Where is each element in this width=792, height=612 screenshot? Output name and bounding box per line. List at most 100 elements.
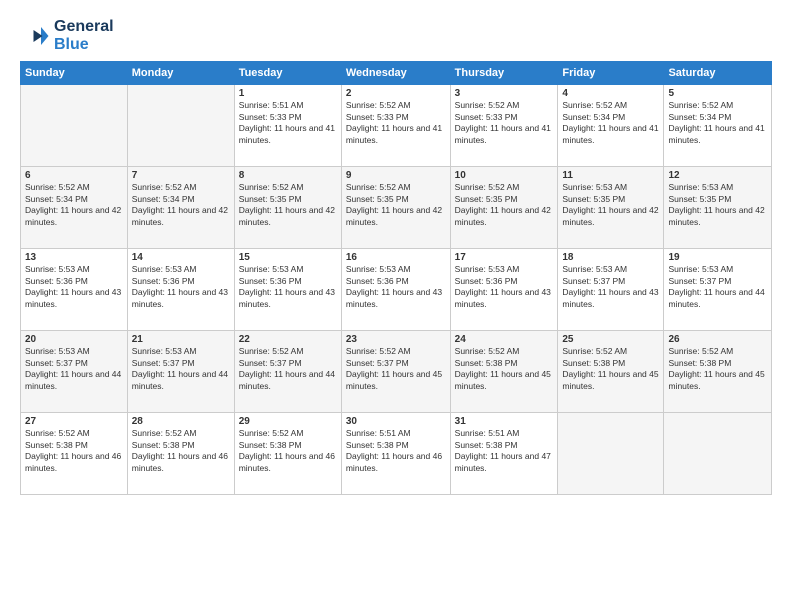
calendar-cell: 16Sunrise: 5:53 AM Sunset: 5:36 PM Dayli… (341, 249, 450, 331)
day-info: Sunrise: 5:52 AM Sunset: 5:38 PM Dayligh… (668, 346, 767, 392)
logo: General Blue (20, 18, 114, 53)
weekday-header-friday: Friday (558, 62, 664, 85)
calendar-cell: 25Sunrise: 5:52 AM Sunset: 5:38 PM Dayli… (558, 331, 664, 413)
calendar-cell: 31Sunrise: 5:51 AM Sunset: 5:38 PM Dayli… (450, 413, 558, 495)
day-number: 18 (562, 252, 659, 263)
calendar-cell: 9Sunrise: 5:52 AM Sunset: 5:35 PM Daylig… (341, 167, 450, 249)
day-number: 15 (239, 252, 337, 263)
day-info: Sunrise: 5:53 AM Sunset: 5:37 PM Dayligh… (25, 346, 123, 392)
calendar-cell: 20Sunrise: 5:53 AM Sunset: 5:37 PM Dayli… (21, 331, 128, 413)
day-number: 20 (25, 334, 123, 345)
weekday-header-thursday: Thursday (450, 62, 558, 85)
calendar-cell: 28Sunrise: 5:52 AM Sunset: 5:38 PM Dayli… (127, 413, 234, 495)
week-row-5: 27Sunrise: 5:52 AM Sunset: 5:38 PM Dayli… (21, 413, 772, 495)
calendar-cell: 11Sunrise: 5:53 AM Sunset: 5:35 PM Dayli… (558, 167, 664, 249)
calendar-cell: 5Sunrise: 5:52 AM Sunset: 5:34 PM Daylig… (664, 85, 772, 167)
day-info: Sunrise: 5:52 AM Sunset: 5:34 PM Dayligh… (562, 100, 659, 146)
day-number: 9 (346, 170, 446, 181)
day-number: 26 (668, 334, 767, 345)
day-number: 31 (455, 416, 554, 427)
day-info: Sunrise: 5:52 AM Sunset: 5:35 PM Dayligh… (239, 182, 337, 228)
day-number: 4 (562, 88, 659, 99)
day-number: 7 (132, 170, 230, 181)
day-number: 30 (346, 416, 446, 427)
calendar-cell: 29Sunrise: 5:52 AM Sunset: 5:38 PM Dayli… (234, 413, 341, 495)
day-info: Sunrise: 5:53 AM Sunset: 5:37 PM Dayligh… (668, 264, 767, 310)
day-info: Sunrise: 5:53 AM Sunset: 5:36 PM Dayligh… (346, 264, 446, 310)
calendar-cell (21, 85, 128, 167)
day-info: Sunrise: 5:52 AM Sunset: 5:38 PM Dayligh… (239, 428, 337, 474)
day-info: Sunrise: 5:51 AM Sunset: 5:38 PM Dayligh… (455, 428, 554, 474)
weekday-header-wednesday: Wednesday (341, 62, 450, 85)
day-info: Sunrise: 5:52 AM Sunset: 5:38 PM Dayligh… (562, 346, 659, 392)
weekday-header-tuesday: Tuesday (234, 62, 341, 85)
day-info: Sunrise: 5:52 AM Sunset: 5:34 PM Dayligh… (132, 182, 230, 228)
calendar-cell: 10Sunrise: 5:52 AM Sunset: 5:35 PM Dayli… (450, 167, 558, 249)
day-info: Sunrise: 5:53 AM Sunset: 5:37 PM Dayligh… (132, 346, 230, 392)
day-number: 25 (562, 334, 659, 345)
calendar-header-row: SundayMondayTuesdayWednesdayThursdayFrid… (21, 62, 772, 85)
weekday-header-sunday: Sunday (21, 62, 128, 85)
day-info: Sunrise: 5:51 AM Sunset: 5:33 PM Dayligh… (239, 100, 337, 146)
day-number: 28 (132, 416, 230, 427)
calendar-cell: 19Sunrise: 5:53 AM Sunset: 5:37 PM Dayli… (664, 249, 772, 331)
day-info: Sunrise: 5:52 AM Sunset: 5:38 PM Dayligh… (132, 428, 230, 474)
day-info: Sunrise: 5:53 AM Sunset: 5:36 PM Dayligh… (132, 264, 230, 310)
calendar-cell (664, 413, 772, 495)
week-row-3: 13Sunrise: 5:53 AM Sunset: 5:36 PM Dayli… (21, 249, 772, 331)
day-number: 16 (346, 252, 446, 263)
logo-icon (20, 21, 50, 51)
day-info: Sunrise: 5:52 AM Sunset: 5:38 PM Dayligh… (455, 346, 554, 392)
calendar-cell: 23Sunrise: 5:52 AM Sunset: 5:37 PM Dayli… (341, 331, 450, 413)
day-info: Sunrise: 5:53 AM Sunset: 5:35 PM Dayligh… (562, 182, 659, 228)
day-number: 8 (239, 170, 337, 181)
logo-text: General Blue (54, 18, 114, 53)
week-row-2: 6Sunrise: 5:52 AM Sunset: 5:34 PM Daylig… (21, 167, 772, 249)
calendar-cell: 17Sunrise: 5:53 AM Sunset: 5:36 PM Dayli… (450, 249, 558, 331)
week-row-1: 1Sunrise: 5:51 AM Sunset: 5:33 PM Daylig… (21, 85, 772, 167)
calendar-cell: 30Sunrise: 5:51 AM Sunset: 5:38 PM Dayli… (341, 413, 450, 495)
day-number: 24 (455, 334, 554, 345)
calendar-cell: 22Sunrise: 5:52 AM Sunset: 5:37 PM Dayli… (234, 331, 341, 413)
weekday-header-monday: Monday (127, 62, 234, 85)
day-number: 21 (132, 334, 230, 345)
day-number: 10 (455, 170, 554, 181)
day-info: Sunrise: 5:51 AM Sunset: 5:38 PM Dayligh… (346, 428, 446, 474)
day-number: 3 (455, 88, 554, 99)
day-info: Sunrise: 5:52 AM Sunset: 5:35 PM Dayligh… (346, 182, 446, 228)
day-number: 22 (239, 334, 337, 345)
calendar-cell: 4Sunrise: 5:52 AM Sunset: 5:34 PM Daylig… (558, 85, 664, 167)
day-number: 5 (668, 88, 767, 99)
day-info: Sunrise: 5:52 AM Sunset: 5:33 PM Dayligh… (455, 100, 554, 146)
day-info: Sunrise: 5:52 AM Sunset: 5:35 PM Dayligh… (455, 182, 554, 228)
day-number: 12 (668, 170, 767, 181)
day-info: Sunrise: 5:52 AM Sunset: 5:33 PM Dayligh… (346, 100, 446, 146)
day-info: Sunrise: 5:52 AM Sunset: 5:34 PM Dayligh… (25, 182, 123, 228)
calendar-cell: 6Sunrise: 5:52 AM Sunset: 5:34 PM Daylig… (21, 167, 128, 249)
page: General Blue SundayMondayTuesdayWednesda… (0, 0, 792, 612)
calendar-cell: 2Sunrise: 5:52 AM Sunset: 5:33 PM Daylig… (341, 85, 450, 167)
day-number: 27 (25, 416, 123, 427)
header: General Blue (20, 18, 772, 53)
calendar-cell: 18Sunrise: 5:53 AM Sunset: 5:37 PM Dayli… (558, 249, 664, 331)
day-info: Sunrise: 5:53 AM Sunset: 5:35 PM Dayligh… (668, 182, 767, 228)
day-number: 23 (346, 334, 446, 345)
day-info: Sunrise: 5:52 AM Sunset: 5:34 PM Dayligh… (668, 100, 767, 146)
calendar-cell: 21Sunrise: 5:53 AM Sunset: 5:37 PM Dayli… (127, 331, 234, 413)
day-info: Sunrise: 5:52 AM Sunset: 5:38 PM Dayligh… (25, 428, 123, 474)
calendar-cell: 14Sunrise: 5:53 AM Sunset: 5:36 PM Dayli… (127, 249, 234, 331)
day-number: 17 (455, 252, 554, 263)
day-info: Sunrise: 5:53 AM Sunset: 5:36 PM Dayligh… (455, 264, 554, 310)
calendar-cell: 7Sunrise: 5:52 AM Sunset: 5:34 PM Daylig… (127, 167, 234, 249)
week-row-4: 20Sunrise: 5:53 AM Sunset: 5:37 PM Dayli… (21, 331, 772, 413)
calendar-cell (127, 85, 234, 167)
calendar-cell: 24Sunrise: 5:52 AM Sunset: 5:38 PM Dayli… (450, 331, 558, 413)
calendar-cell (558, 413, 664, 495)
day-info: Sunrise: 5:53 AM Sunset: 5:37 PM Dayligh… (562, 264, 659, 310)
day-number: 19 (668, 252, 767, 263)
day-info: Sunrise: 5:52 AM Sunset: 5:37 PM Dayligh… (239, 346, 337, 392)
calendar-cell: 12Sunrise: 5:53 AM Sunset: 5:35 PM Dayli… (664, 167, 772, 249)
calendar-table: SundayMondayTuesdayWednesdayThursdayFrid… (20, 61, 772, 495)
day-info: Sunrise: 5:53 AM Sunset: 5:36 PM Dayligh… (239, 264, 337, 310)
day-info: Sunrise: 5:53 AM Sunset: 5:36 PM Dayligh… (25, 264, 123, 310)
